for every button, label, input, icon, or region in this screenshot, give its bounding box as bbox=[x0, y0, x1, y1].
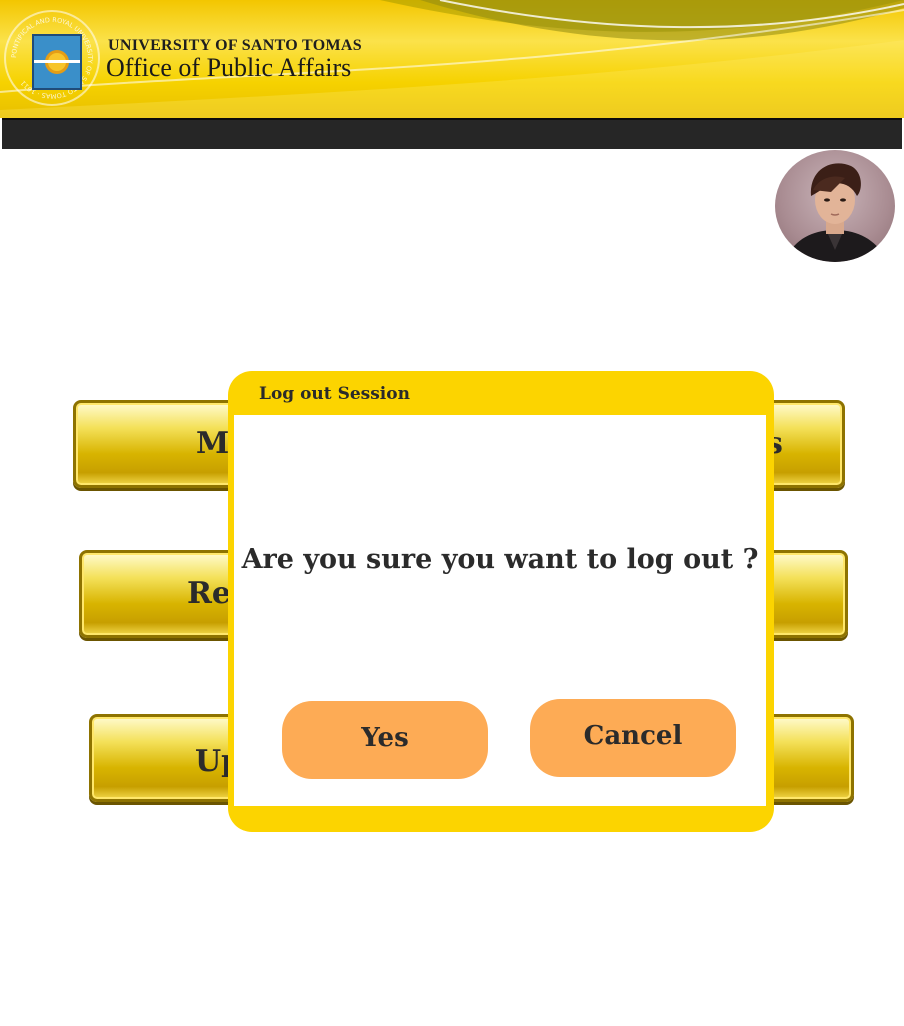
university-seal: PONTIFICAL AND ROYAL UNIVERSITY OF SANTO… bbox=[4, 10, 100, 106]
avatar-portrait bbox=[785, 163, 887, 262]
menu-button-2-label: Re bbox=[187, 576, 232, 611]
nav-bar bbox=[2, 118, 902, 149]
seal-crest-icon bbox=[32, 34, 82, 90]
yes-button[interactable]: Yes bbox=[282, 701, 488, 779]
cancel-button[interactable]: Cancel bbox=[530, 699, 736, 777]
office-name: Office of Public Affairs bbox=[106, 53, 352, 82]
dialog-title: Log out Session bbox=[259, 384, 410, 404]
logout-dialog: Log out Session Are you sure you want to… bbox=[228, 371, 774, 832]
user-avatar[interactable] bbox=[775, 150, 895, 262]
dialog-body: Are you sure you want to log out ? Yes C… bbox=[234, 415, 766, 806]
dialog-message: Are you sure you want to log out ? bbox=[241, 544, 759, 575]
app-header: PONTIFICAL AND ROYAL UNIVERSITY OF SANTO… bbox=[0, 0, 904, 118]
